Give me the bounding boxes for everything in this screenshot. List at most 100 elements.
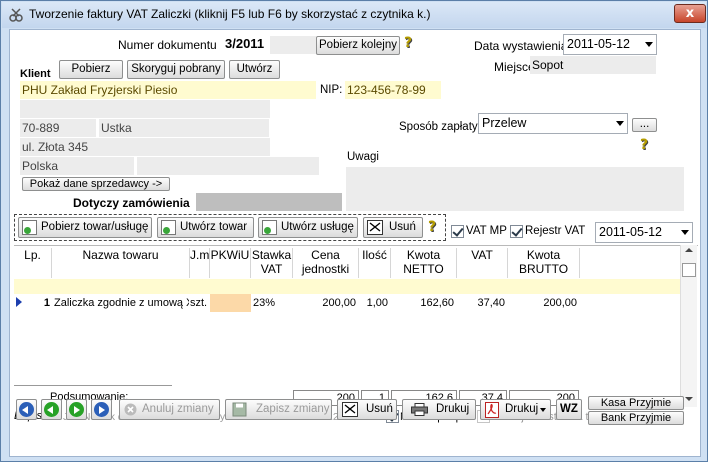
add-item-icon xyxy=(22,220,37,235)
cell-net: 162,60 xyxy=(420,297,454,309)
client-name-field[interactable]: PHU Zakład Fryzjerski Piesio xyxy=(20,81,316,99)
column-header-lp[interactable]: Lp. xyxy=(14,248,52,278)
payment-more-button[interactable]: ... xyxy=(632,118,657,132)
previous-button[interactable] xyxy=(41,399,62,420)
delete-label: Usuń xyxy=(389,221,416,233)
correct-client-button[interactable]: Skoryguj pobrany xyxy=(127,60,225,79)
register-date-picker[interactable]: 2011-05-12 xyxy=(595,222,693,243)
column-header-net[interactable]: Kwota NETTO xyxy=(391,248,457,278)
items-table: Lp. Nazwa towaru J.m. PKWiU Stawka VAT C… xyxy=(14,245,698,405)
close-button[interactable]: x xyxy=(674,4,706,23)
app-icon xyxy=(9,8,23,22)
street-field[interactable]: ul. Złota 345 xyxy=(20,138,270,156)
country-field[interactable]: Polska xyxy=(20,157,134,175)
delete-item-button[interactable]: Usuń xyxy=(363,217,423,238)
help-icon[interactable]: ? xyxy=(428,219,440,235)
cancel-changes-button[interactable]: Anuluj zmiany xyxy=(119,399,220,420)
fetch-item-button[interactable]: Pobierz towar/usługę xyxy=(18,217,152,238)
place-label: Miejsce xyxy=(494,60,535,74)
cell-vat: 37,40 xyxy=(477,297,505,309)
vat-register-checkbox[interactable] xyxy=(510,225,523,238)
cell-gross: 200,00 xyxy=(543,297,577,309)
scroll-up-icon[interactable] xyxy=(685,248,693,252)
order-field[interactable] xyxy=(196,193,342,211)
postcode-field[interactable]: 70-889 xyxy=(20,119,96,137)
next-button[interactable] xyxy=(66,399,87,420)
arrow-right-icon xyxy=(69,402,84,417)
cell-pkwiu xyxy=(212,295,250,311)
nip-label: NIP: xyxy=(320,84,343,96)
document-number-label: Numer dokumentu xyxy=(118,38,217,52)
add-service-icon xyxy=(262,220,277,235)
column-header-unit[interactable]: J.m. xyxy=(190,248,210,278)
help-icon[interactable]: ? xyxy=(404,35,416,51)
document-number-field xyxy=(270,36,316,54)
add-item-icon xyxy=(161,220,176,235)
column-header-name[interactable]: Nazwa towaru xyxy=(52,248,190,278)
nip-field[interactable]: 123-456-78-99 xyxy=(345,81,441,99)
print-button[interactable]: Drukuj xyxy=(402,399,476,420)
table-scrollbar[interactable] xyxy=(680,245,697,407)
undo-button[interactable] xyxy=(16,399,37,420)
client-label: Klient xyxy=(20,68,51,80)
vat-mp-label: VAT MP xyxy=(466,225,507,237)
cell-lp: 1 xyxy=(43,297,50,309)
create-service-button[interactable]: Utwórz usługę xyxy=(258,217,358,238)
wz-button[interactable]: WZ xyxy=(556,399,582,420)
print-pdf-label: Drukuj xyxy=(505,403,539,415)
create-item-label: Utwórz towar xyxy=(180,221,248,233)
place-field[interactable]: Sopot xyxy=(530,56,656,74)
issue-date-label: Data wystawienia xyxy=(474,39,568,53)
scroll-thumb[interactable] xyxy=(682,263,696,277)
delete-document-button[interactable]: Usuń xyxy=(337,399,397,420)
order-label: Dotyczy zamówienia xyxy=(73,196,190,210)
chevron-down-icon xyxy=(645,42,653,47)
redo-icon xyxy=(94,402,109,417)
column-header-vat[interactable]: VAT xyxy=(457,248,508,278)
column-header-qty[interactable]: Ilość xyxy=(359,248,391,278)
column-header-vat-rate[interactable]: Stawka VAT xyxy=(251,248,293,278)
column-header-gross[interactable]: Kwota BRUTTO xyxy=(508,248,580,278)
city-field[interactable]: Ustka xyxy=(99,119,269,137)
save-changes-button[interactable]: Zapisz zmiany xyxy=(225,399,332,420)
bank-in-button[interactable]: Bank Przyjmie xyxy=(588,411,684,425)
cash-in-button[interactable]: Kasa Przyjmie xyxy=(588,396,684,410)
scroll-down-icon[interactable] xyxy=(685,397,693,401)
next-number-button[interactable]: Pobierz kolejny xyxy=(316,36,400,55)
cell-unit-price: 200,00 xyxy=(322,297,356,309)
column-header-unit-price[interactable]: Cena jednostki xyxy=(293,248,359,278)
notes-textarea[interactable] xyxy=(346,167,684,211)
issue-date-value: 2011-05-12 xyxy=(567,37,631,51)
window-title: Tworzenie faktury VAT Zaliczki (kliknij … xyxy=(29,7,431,21)
chevron-down-icon xyxy=(540,408,546,412)
pdf-icon xyxy=(485,402,499,418)
fetch-client-button[interactable]: Pobierz xyxy=(59,60,123,79)
cell-qty: 1,00 xyxy=(366,297,388,309)
region-field[interactable] xyxy=(137,157,319,175)
redo-button[interactable] xyxy=(91,399,112,420)
title-bar: Tworzenie faktury VAT Zaliczki (kliknij … xyxy=(2,2,706,28)
payment-method-select[interactable]: Przelew xyxy=(478,113,628,134)
new-row[interactable] xyxy=(14,279,680,294)
save-icon xyxy=(232,402,247,417)
create-service-label: Utwórz usługę xyxy=(281,221,354,233)
payment-method-value: Przelew xyxy=(482,116,527,130)
register-date-value: 2011-05-12 xyxy=(599,225,663,239)
app-window: Tworzenie faktury VAT Zaliczki (kliknij … xyxy=(0,0,708,462)
client-address-line2[interactable] xyxy=(20,100,270,118)
show-seller-button[interactable]: Pokaż dane sprzedawcy -> xyxy=(22,177,170,191)
help-icon[interactable]: ? xyxy=(640,137,652,153)
delete-icon xyxy=(342,402,358,417)
cell-unit: szt. xyxy=(190,297,208,309)
column-header-pkwiu[interactable]: PKWiU xyxy=(210,248,251,278)
cancel-label: Anuluj zmiany xyxy=(142,403,214,415)
vat-mp-checkbox[interactable] xyxy=(451,225,464,238)
issue-date-picker[interactable]: 2011-05-12 xyxy=(563,34,657,55)
create-item-button[interactable]: Utwórz towar xyxy=(157,217,254,238)
fetch-item-label: Pobierz towar/usługę xyxy=(41,221,149,233)
cell-vat-rate: 23% xyxy=(253,297,276,309)
summary-divider xyxy=(14,385,172,386)
create-client-button[interactable]: Utwórz xyxy=(229,60,280,79)
print-pdf-button[interactable]: Drukuj xyxy=(480,399,551,420)
items-toolbar: Pobierz towar/usługę Utwórz towar Utwórz… xyxy=(14,214,446,241)
